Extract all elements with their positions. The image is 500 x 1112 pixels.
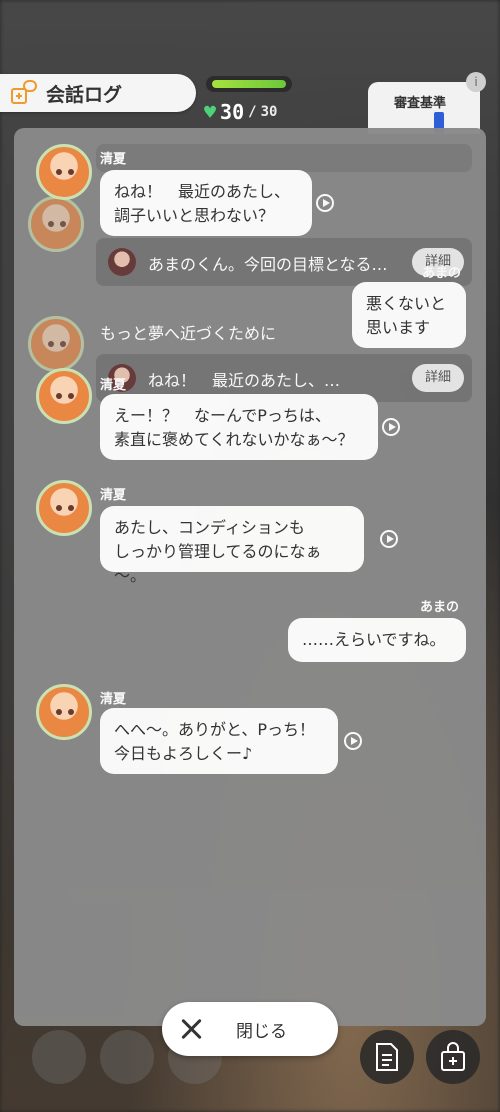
previous-entry-strip bbox=[96, 144, 472, 172]
hp-value: ♥ 30 / 30 bbox=[204, 100, 278, 124]
speaker-name: 清夏 bbox=[100, 152, 127, 167]
choice-row: あまのくん。今回の目標となる… 詳細 bbox=[96, 238, 472, 286]
drink-slot-1 bbox=[32, 1030, 86, 1084]
avatar bbox=[36, 480, 92, 536]
close-label: 閉じる bbox=[236, 1022, 287, 1042]
play-voice-icon[interactable] bbox=[344, 732, 362, 750]
log-document-button[interactable] bbox=[360, 1030, 414, 1084]
conversation-log-panel[interactable]: 清夏 ねね！ 最近のあたし、 調子いいと思わない？ あまのくん。今回の目標となる… bbox=[14, 128, 486, 1026]
message-bubble: へへ～。ありがと、Pっち！ 今日もよろしくー♪ bbox=[100, 708, 338, 774]
option-text: もっと夢へ近づくために bbox=[100, 324, 277, 343]
conversation-log-tab: 会話ログ bbox=[0, 74, 196, 112]
speaker-name: 清夏 bbox=[100, 692, 127, 707]
message-bubble: えー！？ なーんでPっちは、 素直に褒めてくれないかなぁ～？ bbox=[100, 394, 378, 460]
message-bubble: 悪くないと 思います bbox=[352, 282, 466, 348]
hp-max: 30 bbox=[260, 104, 278, 120]
item-box-icon bbox=[441, 1042, 465, 1071]
hp-gauge: ♥ 30 / 30 bbox=[204, 74, 296, 126]
avatar bbox=[36, 684, 92, 740]
log-title: 会話ログ bbox=[46, 83, 123, 106]
play-voice-icon[interactable] bbox=[316, 194, 334, 212]
avatar bbox=[28, 196, 84, 252]
heart-icon: ♥ bbox=[204, 100, 217, 124]
hp-current: 30 bbox=[220, 100, 245, 124]
message-bubble: あたし、コンディションも しっかり管理してるのになぁ～。 bbox=[100, 506, 364, 585]
log-scroll-area[interactable]: 清夏 ねね！ 最近のあたし、 調子いいと思わない？ あまのくん。今回の目標となる… bbox=[14, 128, 486, 1026]
close-icon bbox=[178, 1016, 204, 1042]
lock-icon[interactable]: i bbox=[466, 72, 486, 92]
message-bubble: ……えらいですね。 bbox=[288, 618, 466, 662]
detail-button[interactable]: 詳細 bbox=[412, 364, 464, 392]
play-voice-icon[interactable] bbox=[382, 418, 400, 436]
hp-bar-fill bbox=[212, 80, 286, 88]
avatar bbox=[36, 368, 92, 424]
close-button[interactable]: 閉じる bbox=[162, 1002, 338, 1056]
avatar bbox=[36, 144, 92, 200]
play-voice-icon[interactable] bbox=[380, 530, 398, 548]
speaker-name: 清夏 bbox=[100, 488, 127, 503]
log-icon bbox=[11, 80, 37, 104]
avatar bbox=[28, 316, 84, 372]
criteria-label: 審査基準 bbox=[394, 96, 447, 111]
speaker-name: 清夏 bbox=[100, 378, 127, 393]
drink-slot-2 bbox=[100, 1030, 154, 1084]
message-bubble: ねね！ 最近のあたし、 調子いいと思わない？ bbox=[100, 170, 312, 236]
avatar bbox=[108, 248, 136, 276]
item-box-button[interactable] bbox=[426, 1030, 480, 1084]
choice-text: あまのくん。今回の目標となる… bbox=[148, 255, 388, 274]
speaker-name: あまの bbox=[422, 266, 462, 281]
criteria-panel[interactable]: 審査基準 bbox=[368, 82, 480, 134]
document-icon bbox=[376, 1043, 398, 1071]
choice-text: ねね！ 最近のあたし、… bbox=[148, 371, 341, 390]
speaker-name: あまの bbox=[420, 600, 460, 615]
hp-bar bbox=[206, 76, 292, 92]
